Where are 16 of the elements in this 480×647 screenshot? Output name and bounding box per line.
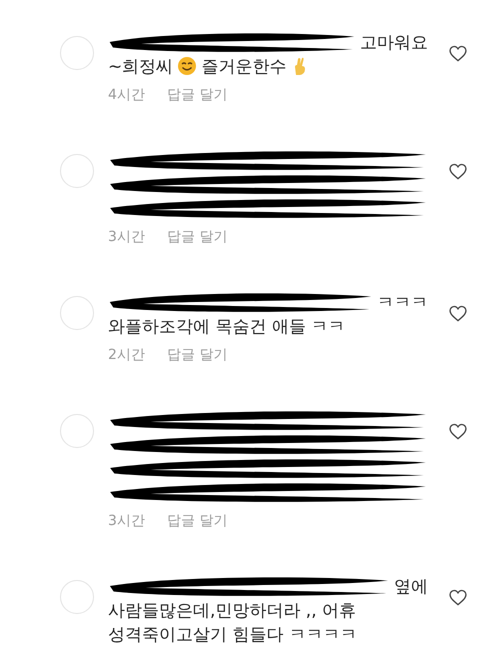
timestamp: 2시간: [108, 346, 145, 364]
comment-text: 사람들많은데,민망하더라 ,, 어휴: [108, 600, 356, 622]
reply-link[interactable]: 답글 달기: [166, 228, 228, 246]
comment-text: 즐거운한수: [201, 56, 286, 78]
comment-text: 성격죽이고살기 힘들다 ㅋㅋㅋㅋ: [108, 624, 357, 646]
reply-link[interactable]: 답글 달기: [166, 346, 228, 364]
comment-text: ~희정씨: [108, 56, 174, 78]
comment-text: 와플하조각에 목숨건 애들 ㅋㅋ: [108, 316, 346, 338]
reply-link[interactable]: 답글 달기: [166, 512, 228, 530]
timestamp: 4시간: [108, 86, 145, 104]
timestamp: 3시간: [108, 512, 145, 530]
timestamp: 3시간: [108, 228, 145, 246]
reply-link[interactable]: 답글 달기: [166, 86, 228, 104]
comment-text: 고마워요: [360, 32, 428, 54]
comment-text: ㅋㅋㅋ: [377, 292, 428, 314]
comment-text: 옆에: [394, 576, 428, 598]
